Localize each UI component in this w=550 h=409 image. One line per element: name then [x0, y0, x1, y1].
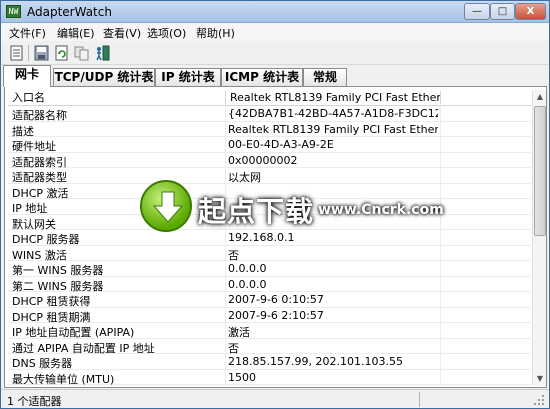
table-row[interactable]: 适配器索引 0x00000002: [8, 153, 531, 169]
table-row[interactable]: 描述 Realtek RTL8139 Family PCI Fast Ethern…: [8, 122, 531, 138]
status-text: 1 个适配器: [7, 395, 62, 408]
column-divider[interactable]: [440, 91, 441, 104]
entry-value: 2007-9-6 2:10:57: [228, 308, 324, 322]
entry-value: {42DBA7B1-42BD-4A57-A1D8-F3DC12C...: [228, 107, 438, 120]
window-title: AdapterWatch: [27, 5, 112, 19]
menu-file[interactable]: 文件(F): [9, 25, 46, 41]
table-row[interactable]: 第一 WINS 服务器 0.0.0.0: [8, 261, 531, 277]
toolbar-separator: [28, 45, 29, 61]
adapter-list-panel: 入口名 Realtek RTL8139 Family PCI Fast Ethe…: [4, 86, 547, 388]
table-row[interactable]: 适配器名称 {42DBA7B1-42BD-4A57-A1D8-F3DC12C...: [8, 106, 531, 122]
status-divider: [419, 392, 420, 407]
watermark-brand: 起点下载: [198, 195, 315, 228]
menu-view[interactable]: 查看(V): [103, 25, 141, 41]
copy-icon[interactable]: [73, 45, 90, 61]
list-header: 入口名 Realtek RTL8139 Family PCI Fast Ethe…: [8, 90, 531, 106]
list-rows: 适配器名称 {42DBA7B1-42BD-4A57-A1D8-F3DC12C...…: [8, 106, 531, 386]
app-logo-icon: NW: [6, 5, 21, 18]
menu-options[interactable]: 选项(O): [147, 25, 186, 41]
save-icon[interactable]: [33, 45, 50, 61]
table-row[interactable]: 通过 APIPA 自动配置 IP 地址否: [8, 339, 531, 355]
entry-value: 218.85.157.99, 202.101.103.55: [228, 355, 403, 368]
entry-value: Realtek RTL8139 Family PCI Fast Ethern..…: [228, 122, 438, 136]
table-row[interactable]: DHCP 租赁获得 2007-9-6 0:10:57: [8, 292, 531, 308]
tab-general[interactable]: 常规: [303, 68, 347, 87]
scroll-down-icon[interactable]: ▼: [534, 372, 546, 386]
menu-edit[interactable]: 编辑(E): [57, 25, 95, 41]
maximize-button[interactable]: □: [490, 3, 515, 20]
table-row[interactable]: IP 地址自动配置 (APIPA) 激活: [8, 323, 531, 339]
entry-value: 0.0.0.0: [228, 277, 267, 291]
tab-adapter[interactable]: 网卡: [3, 65, 51, 87]
entry-value: 1500: [228, 370, 256, 384]
tab-icmp[interactable]: ICMP 统计表: [221, 68, 303, 87]
scroll-up-icon[interactable]: ▲: [534, 90, 546, 104]
tab-strip: 网卡 TCP/UDP 统计表 IP 统计表 ICMP 统计表 常规: [1, 65, 549, 87]
watermark: 起点下载 www.Cncrk.com: [140, 180, 444, 236]
app-window: NW AdapterWatch — □ X 文件(F) 编辑(E) 查看(V) …: [0, 0, 550, 409]
entry-value: 2007-9-6 0:10:57: [228, 293, 324, 306]
table-row[interactable]: 最大传输单位 (MTU) 1500: [8, 370, 531, 386]
table-row[interactable]: 第二 WINS 服务器 0.0.0.0: [8, 277, 531, 293]
table-row[interactable]: DHCP 租赁期满 2007-9-6 2:10:57: [8, 308, 531, 324]
entry-value: 00-E0-4D-A3-A9-2E: [228, 138, 334, 151]
download-arrow-icon: [140, 180, 192, 232]
entry-value: 0x00000002: [228, 153, 298, 167]
minimize-button[interactable]: —: [464, 3, 490, 20]
watermark-url: www.Cncrk.com: [318, 202, 444, 218]
column-divider[interactable]: [225, 91, 226, 104]
vertical-scrollbar[interactable]: ▲ ▼: [532, 90, 546, 386]
menu-bar: 文件(F) 编辑(E) 查看(V) 选项(O) 帮助(H): [1, 23, 549, 41]
column-header-adapter[interactable]: Realtek RTL8139 Family PCI Fast Ether...: [230, 90, 440, 105]
exit-icon[interactable]: [94, 45, 111, 61]
table-row[interactable]: WINS 激活否: [8, 246, 531, 262]
column-header-entry[interactable]: 入口名: [12, 90, 222, 105]
table-row[interactable]: 硬件地址 00-E0-4D-A3-A9-2E: [8, 137, 531, 153]
menu-help[interactable]: 帮助(H): [196, 25, 235, 41]
resize-grip-icon[interactable]: [533, 394, 545, 406]
toolbar: [1, 41, 549, 65]
table-row[interactable]: DNS 服务器 218.85.157.99, 202.101.103.55: [8, 354, 531, 370]
status-bar: 1 个适配器: [1, 389, 549, 408]
scrollbar-thumb[interactable]: [534, 106, 546, 236]
close-button[interactable]: X: [515, 3, 546, 20]
properties-icon[interactable]: [8, 45, 25, 61]
entry-name: 最大传输单位 (MTU): [12, 372, 115, 386]
refresh-icon[interactable]: [53, 45, 70, 61]
entry-value: 0.0.0.0: [228, 262, 267, 275]
tab-ip[interactable]: IP 统计表: [155, 68, 221, 87]
tab-tcp-udp[interactable]: TCP/UDP 统计表: [53, 68, 155, 87]
title-bar[interactable]: NW AdapterWatch — □ X: [1, 1, 549, 23]
